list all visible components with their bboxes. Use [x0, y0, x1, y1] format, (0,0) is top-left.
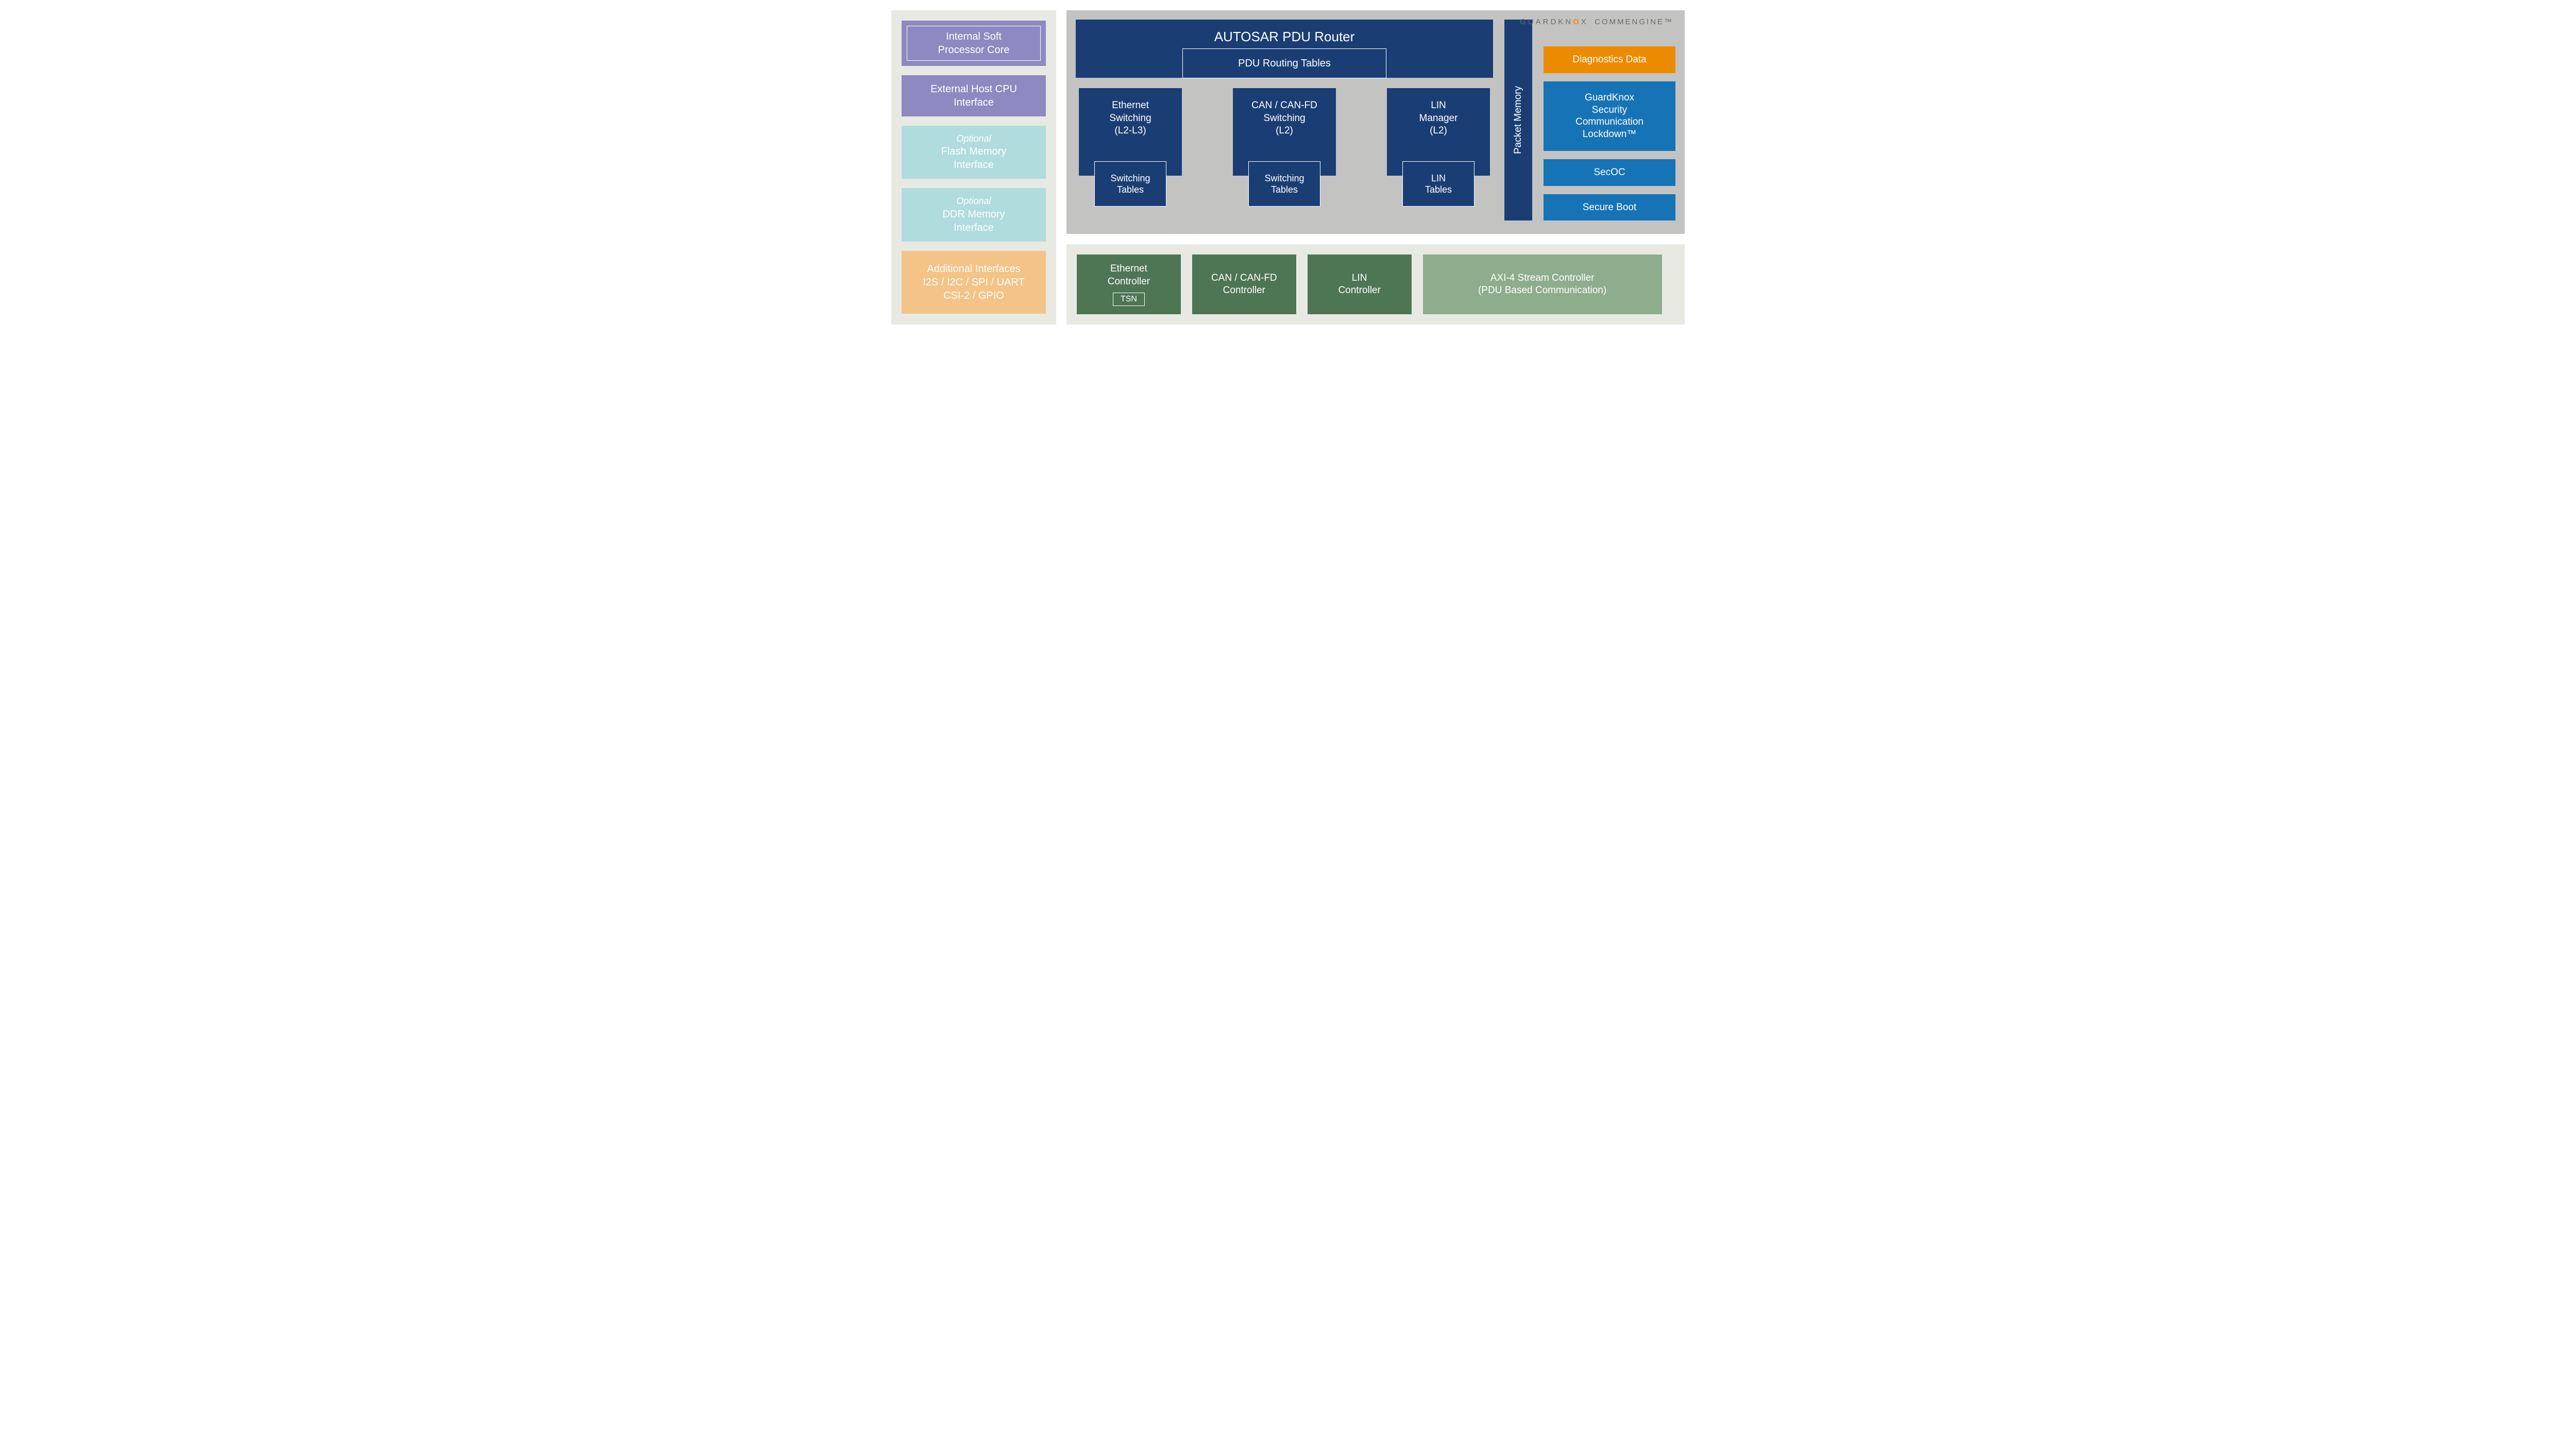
can-switching-tables-label: Switching Tables	[1264, 173, 1304, 196]
bottom-panel: Ethernet Controller TSN CAN / CAN-FD Con…	[1066, 244, 1685, 325]
internal-soft-processor-label: Internal Soft Processor Core	[938, 30, 1010, 57]
external-host-cpu-block: External Host CPU Interface	[902, 75, 1046, 116]
can-switching-tables-block: Switching Tables	[1248, 161, 1320, 207]
axi4-stream-controller-label: AXI-4 Stream Controller (PDU Based Commu…	[1478, 272, 1606, 297]
router-zone: AUTOSAR PDU Router PDU Routing Tables Et…	[1076, 20, 1493, 220]
packet-memory-label: Packet Memory	[1513, 86, 1524, 154]
guardknox-lockdown-block: GuardKnox Security Communication Lockdow…	[1544, 81, 1675, 151]
brand-logo: GUARDKNOX COMMENGINE™	[1520, 18, 1673, 26]
left-column: Internal Soft Processor Core External Ho…	[891, 10, 1056, 325]
additional-interfaces-label: Additional Interfaces I2S / I2C / SPI / …	[923, 262, 1024, 302]
flash-optional-label: Optional	[956, 133, 991, 145]
ethernet-controller-block: Ethernet Controller TSN	[1077, 254, 1181, 314]
can-switching-label: CAN / CAN-FD Switching (L2)	[1251, 100, 1317, 136]
ddr-memory-block: Optional DDR Memory Interface	[902, 188, 1046, 241]
axi4-stream-controller-block: AXI-4 Stream Controller (PDU Based Commu…	[1423, 254, 1662, 314]
switch-row-wrapper: Ethernet Switching (L2-L3) Switching Tab…	[1076, 88, 1493, 209]
brand-part2: X	[1581, 18, 1588, 26]
lin-tables-label: LIN Tables	[1425, 173, 1452, 196]
right-stack: Diagnostics Data GuardKnox Security Comm…	[1544, 20, 1675, 220]
right-column: GUARDKNOX COMMENGINE™ AUTOSAR PDU Router…	[1066, 10, 1685, 325]
ddr-memory-label: DDR Memory Interface	[942, 208, 1005, 234]
lin-controller-block: LIN Controller	[1308, 254, 1412, 314]
top-panel: GUARDKNOX COMMENGINE™ AUTOSAR PDU Router…	[1066, 10, 1685, 234]
secoc-label: SecOC	[1594, 166, 1625, 179]
lin-controller-label: LIN Controller	[1338, 272, 1380, 297]
can-controller-label: CAN / CAN-FD Controller	[1211, 272, 1277, 297]
ddr-optional-label: Optional	[956, 195, 991, 207]
secoc-block: SecOC	[1544, 159, 1675, 186]
autosar-pdu-router-title: AUTOSAR PDU Router	[1076, 29, 1493, 45]
diagnostics-data-label: Diagnostics Data	[1572, 54, 1647, 66]
flash-memory-label: Flash Memory Interface	[941, 145, 1007, 172]
can-controller-block: CAN / CAN-FD Controller	[1192, 254, 1296, 314]
lin-tables-block: LIN Tables	[1402, 161, 1475, 207]
controllers-row: Ethernet Controller TSN CAN / CAN-FD Con…	[1077, 254, 1412, 314]
external-host-cpu-label: External Host CPU Interface	[930, 82, 1017, 109]
lin-manager-block: LIN Manager (L2) LIN Tables	[1387, 88, 1490, 176]
tsn-label: TSN	[1121, 295, 1137, 303]
brand-part1: GUARDKN	[1520, 18, 1573, 26]
tsn-block: TSN	[1113, 293, 1145, 307]
internal-soft-processor-block: Internal Soft Processor Core	[902, 21, 1046, 66]
secure-boot-block: Secure Boot	[1544, 194, 1675, 221]
autosar-pdu-router-block: AUTOSAR PDU Router PDU Routing Tables	[1076, 20, 1493, 78]
flash-memory-block: Optional Flash Memory Interface	[902, 126, 1046, 179]
guardknox-lockdown-label: GuardKnox Security Communication Lockdow…	[1575, 92, 1643, 141]
pdu-routing-tables-block: PDU Routing Tables	[1182, 48, 1386, 78]
pdu-routing-tables-label: PDU Routing Tables	[1238, 58, 1331, 70]
ethernet-switching-block: Ethernet Switching (L2-L3) Switching Tab…	[1079, 88, 1182, 176]
ethernet-switching-label: Ethernet Switching (L2-L3)	[1109, 100, 1151, 136]
lin-manager-label: LIN Manager (L2)	[1419, 100, 1458, 136]
brand-part3: COMMENGINE™	[1595, 18, 1673, 26]
additional-interfaces-block: Additional Interfaces I2S / I2C / SPI / …	[902, 251, 1046, 314]
ethernet-switching-tables-block: Switching Tables	[1094, 161, 1166, 207]
diagnostics-data-block: Diagnostics Data	[1544, 46, 1675, 73]
diagram-container: Internal Soft Processor Core External Ho…	[891, 10, 1685, 325]
brand-o: O	[1573, 18, 1581, 26]
switch-row: Ethernet Switching (L2-L3) Switching Tab…	[1076, 88, 1493, 176]
secure-boot-label: Secure Boot	[1583, 201, 1637, 214]
packet-memory-block: Packet Memory	[1504, 20, 1532, 220]
ethernet-controller-label: Ethernet Controller	[1108, 263, 1150, 288]
can-switching-block: CAN / CAN-FD Switching (L2) Switching Ta…	[1233, 88, 1336, 176]
ethernet-switching-tables-label: Switching Tables	[1110, 173, 1150, 196]
